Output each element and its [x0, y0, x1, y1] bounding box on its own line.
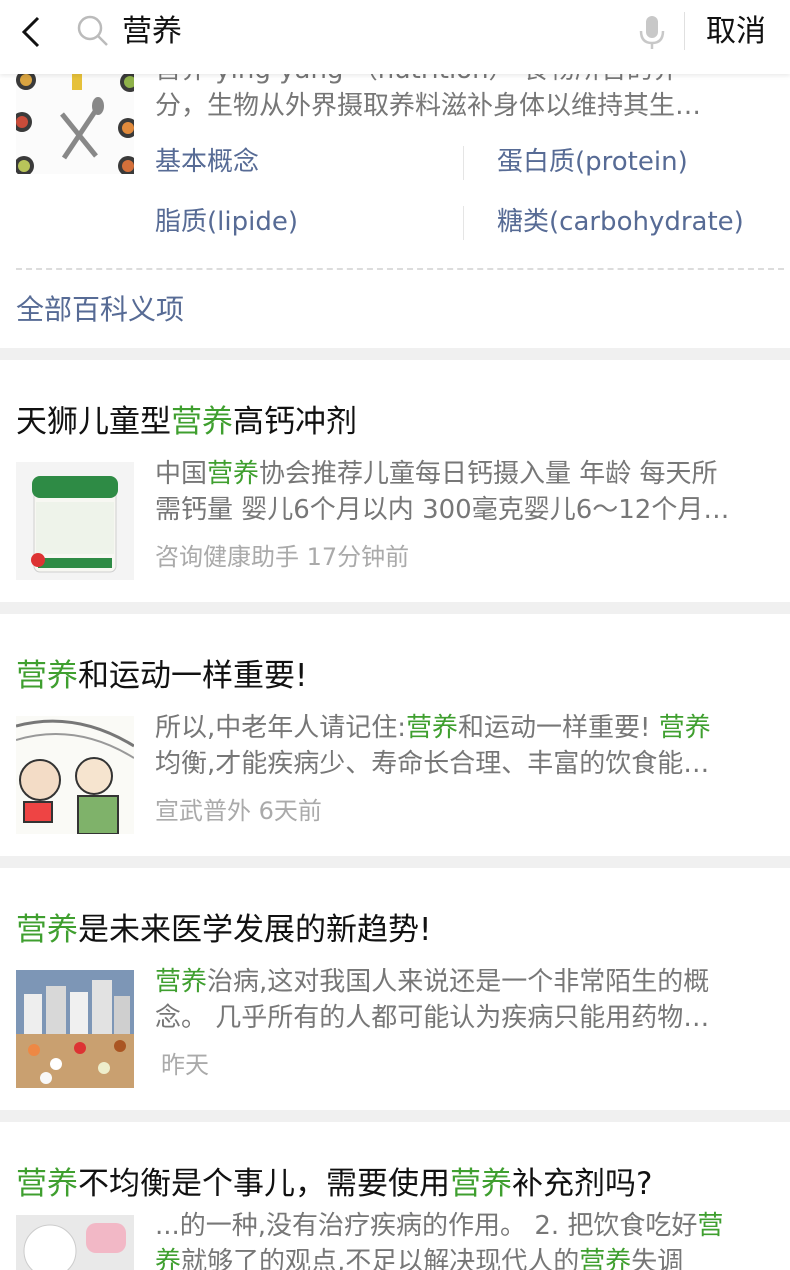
divider — [463, 206, 464, 240]
search-input[interactable]: 营养 — [122, 12, 182, 52]
result-meta: 咨询健康助手 17分钟前 — [155, 543, 410, 571]
back-arrow-icon[interactable] — [12, 12, 52, 52]
baike-summary: 营养 yíng yǎng （nutrition） 食物所含的养 — [155, 74, 755, 88]
result-title: 营养是未来医学发展的新趋势! — [16, 912, 432, 948]
result-meta: 宣武普外 6天前 — [155, 797, 322, 825]
result-title: 营养不均衡是个事儿，需要使用营养补充剂吗? — [16, 1166, 653, 1202]
baike-summary: 分，生物从外界摄取养料滋补身体以维持其生… — [155, 91, 702, 121]
result-thumbnail — [16, 970, 134, 1088]
baike-link-carbohydrate[interactable]: 糖类(carbohydrate) — [497, 204, 744, 240]
result-title: 营养和运动一样重要! — [16, 658, 308, 694]
baike-link-protein[interactable]: 蛋白质(protein) — [497, 144, 688, 180]
result-thumbnail — [16, 462, 134, 580]
section-divider — [0, 348, 790, 360]
section-divider — [0, 602, 790, 614]
section-divider — [0, 856, 790, 868]
result-card[interactable]: 天狮儿童型营养高钙冲剂 中国营养协会推荐儿童每日钙摄入量 年龄 每天所 需钙量 … — [0, 360, 790, 602]
microphone-icon[interactable] — [636, 14, 668, 50]
result-thumbnail — [16, 716, 134, 834]
result-title: 天狮儿童型营养高钙冲剂 — [16, 404, 357, 440]
section-divider — [0, 1110, 790, 1122]
baike-thumbnail — [16, 74, 134, 174]
baike-card[interactable]: 营养 yíng yǎng （nutrition） 食物所含的养 分，生物从外界摄… — [0, 74, 790, 348]
baike-link-lipide[interactable]: 脂质(lipide) — [155, 204, 298, 240]
baike-link-basic-concept[interactable]: 基本概念 — [155, 144, 259, 180]
result-card[interactable]: 营养是未来医学发展的新趋势! 营养治病,这对我国人来说还是一个非常陌生的概 念。… — [0, 868, 790, 1110]
search-bar: 营养 取消 — [0, 0, 790, 74]
result-meta: 昨天 — [161, 1051, 209, 1079]
result-snippet: 中国营养协会推荐儿童每日钙摄入量 年龄 每天所 需钙量 婴儿6个月以内 300毫… — [155, 459, 730, 525]
cancel-button[interactable]: 取消 — [706, 12, 766, 52]
result-thumbnail — [16, 1215, 134, 1270]
search-icon — [77, 15, 108, 46]
divider — [16, 268, 784, 270]
result-snippet: 所以,中老年人请记住:营养和运动一样重要! 营养 均衡,才能疾病少、寿命长合理、… — [155, 713, 711, 779]
result-snippet: 营养治病,这对我国人来说还是一个非常陌生的概 念。 几乎所有的人都可能认为疾病只… — [155, 967, 710, 1033]
result-card[interactable]: 营养和运动一样重要! 所以,中老年人请记住:营养和运动一样重要! 营养 均衡,才… — [0, 614, 790, 856]
divider — [463, 146, 464, 180]
divider — [684, 12, 685, 50]
all-baike-entries-link[interactable]: 全部百科义项 — [16, 290, 184, 330]
result-card[interactable]: 营养不均衡是个事儿，需要使用营养补充剂吗? ...的一种,没有治疗疾病的作用。 … — [0, 1122, 790, 1270]
result-snippet: ...的一种,没有治疗疾病的作用。 2. 把饮食吃好营 养就够了的观点,不足以解… — [155, 1211, 724, 1270]
